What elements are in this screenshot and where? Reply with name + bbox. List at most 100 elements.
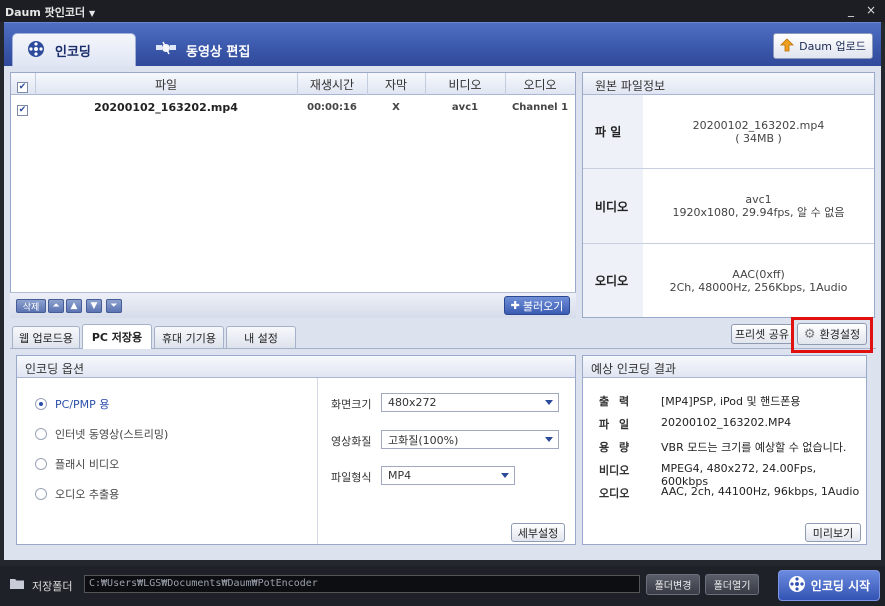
preview-button[interactable]: 미리보기: [805, 523, 861, 542]
daum-upload-label: Daum 업로드: [799, 40, 866, 53]
column-subtitle[interactable]: 자막: [367, 76, 425, 93]
info-row-audio: 오디오 AAC(0xff) 2Ch, 48000Hz, 256Kbps, 1Aud…: [583, 244, 874, 317]
info-file-name: 20200102_163202.mp4: [692, 118, 825, 132]
quality-label: 영상화질: [331, 435, 372, 448]
expected-result-panel: 예상 인코딩 결과 출 력 [MP4]PSP, iPod 및 핸드폰용 파 일 …: [582, 355, 867, 545]
row-subtitle: X: [392, 102, 400, 113]
delete-button[interactable]: 삭제: [16, 299, 46, 313]
detail-settings-button[interactable]: 세부설정: [511, 523, 565, 542]
info-audio-codec: AAC(0xff): [732, 267, 785, 281]
app-title[interactable]: Daum 팟인코더 ▼: [5, 4, 95, 20]
row-video: avc1: [451, 102, 479, 113]
move-top-icon[interactable]: ⏶: [48, 299, 64, 313]
result-file: 20200102_163202.MP4: [661, 416, 792, 429]
result-label-audio: 오디오: [599, 487, 630, 500]
file-list-header: ✔ 파일 재생시간 자막 비디오 오디오: [11, 73, 575, 95]
result-label-size: 용 량: [599, 441, 633, 454]
chevron-down-icon: [545, 437, 553, 442]
info-video-detail: 1920x1080, 29.94fps, 알 수 없음: [672, 206, 845, 219]
chevron-down-icon: [501, 473, 509, 478]
result-label-output: 출 력: [599, 395, 633, 408]
move-up-icon[interactable]: ▲: [66, 299, 82, 313]
tab-encoding[interactable]: 인코딩: [12, 33, 136, 67]
info-label-video: 비디오: [583, 169, 643, 243]
radio-dot[interactable]: [35, 488, 47, 500]
info-row-file: 파 일 20200102_163202.mp4( 34MB ): [583, 95, 874, 169]
subtab-my-settings[interactable]: 내 설정: [226, 326, 296, 348]
result-label-file: 파 일: [599, 418, 633, 431]
subtab-mobile[interactable]: 휴대 기기용: [154, 326, 224, 348]
satellite-icon: [154, 38, 178, 62]
radio-dot[interactable]: [35, 398, 47, 410]
start-encoding-button[interactable]: 인코딩 시작: [778, 570, 880, 601]
source-info-title: 원본 파일정보: [583, 73, 874, 95]
preset-share-button[interactable]: 프리셋 공유: [731, 324, 793, 344]
move-bottom-icon[interactable]: ⏷: [106, 299, 122, 313]
move-down-icon[interactable]: ▼: [86, 299, 102, 313]
radio-dot[interactable]: [35, 458, 47, 470]
daum-upload-button[interactable]: Daum 업로드: [773, 33, 873, 59]
tab-video-edit[interactable]: 동영상 편집: [142, 33, 272, 67]
screen-size-select[interactable]: 480x272: [381, 393, 559, 412]
info-video-codec: avc1: [745, 193, 772, 206]
column-video[interactable]: 비디오: [425, 76, 505, 93]
result-size: VBR 모드는 크기를 예상할 수 없습니다.: [661, 441, 847, 454]
gear-icon: ⚙: [803, 326, 816, 342]
chevron-down-icon: [545, 400, 553, 405]
minimize-button[interactable]: _: [848, 3, 854, 17]
row-file: 20200102_163202.mp4: [94, 101, 238, 114]
env-settings-label: 환경설정: [819, 328, 861, 341]
upload-arrow-icon: [780, 37, 795, 55]
radio-streaming[interactable]: 인터넷 동영상(스트리밍): [35, 426, 168, 442]
load-files-button[interactable]: ✚ 불러오기: [504, 296, 570, 315]
env-settings-button[interactable]: ⚙ 환경설정: [797, 323, 867, 345]
save-path-field[interactable]: C:₩Users₩LGS₩Documents₩Daum₩PotEncoder: [84, 575, 640, 593]
subtab-pc-save[interactable]: PC 저장용: [82, 324, 152, 349]
radio-audio-extract[interactable]: 오디오 추출용: [35, 486, 119, 502]
encode-options-panel: 인코딩 옵션 PC/PMP 용 인터넷 동영상(스트리밍) 플래시 비디오 오디…: [16, 355, 576, 545]
close-button[interactable]: ×: [866, 3, 876, 17]
info-label-audio: 오디오: [583, 244, 643, 317]
tab-encoding-label: 인코딩: [55, 45, 91, 60]
main-header: 인코딩 동영상 편집 Daum 업로드: [4, 22, 881, 67]
radio-dot[interactable]: [35, 428, 47, 440]
title-bar: Daum 팟인코더 ▼ _ ×: [0, 0, 885, 22]
open-folder-button[interactable]: 폴더열기: [705, 574, 759, 595]
row-audio: Channel 1: [511, 102, 569, 113]
screen-size-label: 화면크기: [331, 398, 372, 411]
column-duration[interactable]: 재생시간: [297, 76, 367, 93]
result-audio: AAC, 2ch, 44100Hz, 96kbps, 1Audio: [661, 485, 860, 498]
file-format-select[interactable]: MP4: [381, 466, 515, 485]
save-folder-label: 저장폴더: [32, 580, 73, 593]
result-label-video: 비디오: [599, 464, 630, 477]
plus-icon: ✚: [510, 299, 520, 312]
tab-video-edit-label: 동영상 편집: [186, 44, 251, 60]
file-list-toolbar: 삭제 ⏶ ▲ ▼ ⏷ ✚ 불러오기: [10, 292, 576, 318]
radio-pc-pmp[interactable]: PC/PMP 용: [35, 396, 109, 412]
film-reel-icon: [25, 39, 47, 63]
encode-options-title: 인코딩 옵션: [17, 356, 575, 378]
info-label-file: 파 일: [583, 95, 643, 168]
column-file[interactable]: 파일: [35, 76, 297, 93]
select-all-checkbox[interactable]: ✔: [17, 82, 28, 93]
column-audio[interactable]: 오디오: [505, 76, 575, 93]
info-file-size: ( 34MB ): [735, 131, 782, 145]
change-folder-button[interactable]: 폴더변경: [646, 574, 700, 595]
file-format-label: 파일형식: [331, 471, 372, 484]
info-audio-detail: 2Ch, 48000Hz, 256Kbps, 1Audio: [669, 280, 848, 294]
radio-flash[interactable]: 플래시 비디오: [35, 456, 119, 472]
quality-select[interactable]: 고화질(100%): [381, 430, 559, 449]
file-list: ✔ 파일 재생시간 자막 비디오 오디오 ✔ 20200102_163202.m…: [10, 72, 576, 318]
start-encoding-label: 인코딩 시작: [810, 579, 871, 593]
row-checkbox[interactable]: ✔: [17, 105, 28, 116]
result-output: [MP4]PSP, iPod 및 핸드폰용: [661, 395, 801, 408]
table-row[interactable]: ✔ 20200102_163202.mp4 00:00:16 X avc1 Ch…: [11, 97, 575, 117]
info-row-video: 비디오 avc1 1920x1080, 29.94fps, 알 수 없음: [583, 169, 874, 244]
source-info-panel: 원본 파일정보 파 일 20200102_163202.mp4( 34MB ) …: [582, 72, 875, 318]
folder-icon: [9, 577, 25, 593]
expected-result-title: 예상 인코딩 결과: [583, 356, 866, 378]
film-reel-icon: [788, 575, 806, 596]
row-duration: 00:00:16: [307, 102, 357, 113]
subtab-web-upload[interactable]: 웹 업로드용: [12, 326, 80, 348]
load-files-label: 불러오기: [522, 299, 564, 313]
